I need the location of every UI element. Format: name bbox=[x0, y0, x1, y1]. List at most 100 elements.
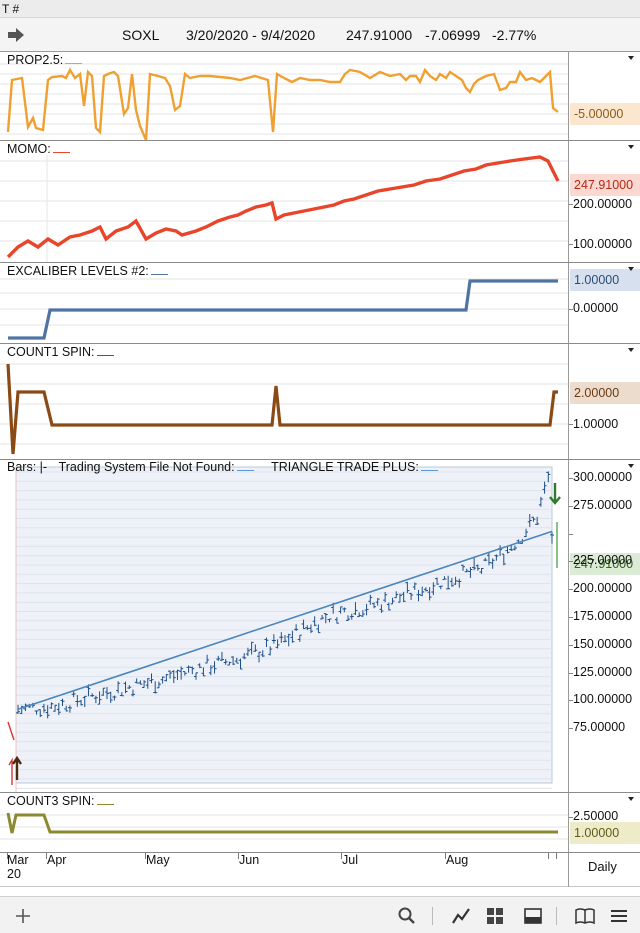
window-icon[interactable] bbox=[522, 905, 544, 927]
momo-legend-swatch bbox=[52, 152, 70, 153]
month-label: Mar bbox=[7, 853, 29, 867]
grid-icon[interactable] bbox=[484, 905, 506, 927]
quote-header: SOXL 3/20/2020 - 9/4/2020 247.91000 -7.0… bbox=[0, 18, 640, 52]
count1-legend-swatch bbox=[96, 355, 114, 356]
hamburger-icon[interactable] bbox=[608, 905, 630, 927]
price-title[interactable]: Bars: |- Trading System File Not Found: … bbox=[7, 460, 438, 474]
line-chart-icon[interactable] bbox=[450, 905, 472, 927]
price-tick-label: 300.00000 bbox=[573, 470, 633, 484]
count3-pane[interactable]: COUNT3 SPIN: 2.50000 1.00000 bbox=[0, 793, 640, 853]
price-axis[interactable]: 247.91000 300.00000 275.00000 225.00000 200… bbox=[568, 460, 640, 792]
price-chart bbox=[7, 466, 561, 792]
toolbar-separator bbox=[432, 907, 433, 925]
momo-tick-label: 100.00000 bbox=[573, 237, 633, 251]
momo-tick-label: 200.00000 bbox=[573, 197, 633, 211]
count1-line bbox=[0, 363, 568, 455]
bottom-toolbar bbox=[0, 896, 640, 933]
excaliber-tick-label: 0.00000 bbox=[573, 301, 619, 315]
window-title-bar: T # bbox=[0, 0, 640, 18]
momo-plot[interactable] bbox=[0, 141, 568, 262]
interval-selector[interactable]: Daily bbox=[588, 859, 617, 874]
window-title: T # bbox=[2, 2, 20, 16]
plus-icon[interactable] bbox=[12, 905, 34, 927]
count3-title[interactable]: COUNT3 SPIN: bbox=[7, 794, 114, 808]
price-tick-label: 200.00000 bbox=[573, 581, 633, 596]
prop-menu-caret-icon[interactable] bbox=[628, 56, 634, 60]
excaliber-menu-caret-icon[interactable] bbox=[628, 267, 634, 271]
excaliber-title-text: EXCALIBER LEVELS #2: bbox=[7, 264, 149, 278]
momo-pane[interactable]: MOMO: 247.91000 200.00000 100.00000 bbox=[0, 141, 640, 263]
net-change: -7.06999 bbox=[425, 27, 481, 43]
prop-title-text: PROP2.5: bbox=[7, 53, 64, 67]
entry-marker-line bbox=[7, 721, 15, 741]
year-label: 20 bbox=[7, 867, 21, 881]
price-tick-label: 175.00000 bbox=[573, 609, 633, 623]
month-tick bbox=[556, 853, 557, 859]
count3-title-text: COUNT3 SPIN: bbox=[7, 794, 95, 808]
price-pane[interactable]: Bars: |- Trading System File Not Found: … bbox=[0, 460, 640, 793]
count1-axis[interactable]: 2.00000 1.00000 bbox=[568, 344, 640, 459]
excaliber-axis[interactable]: 1.00000 0.00000 bbox=[568, 263, 640, 343]
count1-value-badge: 2.00000 bbox=[570, 382, 640, 404]
momo-axis[interactable]: 247.91000 200.00000 100.00000 bbox=[568, 141, 640, 262]
prop-plot[interactable] bbox=[0, 52, 568, 140]
month-label: May bbox=[146, 853, 170, 867]
count1-plot[interactable] bbox=[0, 344, 568, 459]
count1-pane[interactable]: COUNT1 SPIN: 2.00000 1.00000 bbox=[0, 344, 640, 460]
book-icon[interactable] bbox=[574, 905, 596, 927]
price-plot[interactable] bbox=[0, 460, 568, 792]
excaliber-title[interactable]: EXCALIBER LEVELS #2: bbox=[7, 264, 168, 278]
count3-tick-label: 2.50000 bbox=[573, 809, 619, 823]
bars-label: Bars: bbox=[7, 460, 37, 474]
prop-value-badge: -5.00000 bbox=[570, 103, 640, 125]
count1-title[interactable]: COUNT1 SPIN: bbox=[7, 345, 114, 359]
axis-divider bbox=[568, 853, 569, 887]
search-icon[interactable] bbox=[396, 905, 418, 927]
momo-title[interactable]: MOMO: bbox=[7, 142, 70, 156]
excaliber-value-badge: 1.00000 bbox=[570, 269, 640, 291]
month-label: Jul bbox=[342, 853, 358, 867]
price-tick-label: 225.00000 bbox=[573, 553, 633, 568]
month-label: Aug bbox=[446, 853, 469, 867]
excaliber-pane[interactable]: EXCALIBER LEVELS #2: 1.00000 0.00000 bbox=[0, 263, 640, 344]
trade-channel bbox=[15, 466, 553, 784]
price-tick-mark bbox=[569, 533, 573, 535]
prop-line bbox=[0, 63, 568, 140]
forward-arrow-icon[interactable] bbox=[7, 26, 25, 44]
prop-axis[interactable]: -5.00000 bbox=[568, 52, 640, 140]
price-tick-label: 275.00000 bbox=[573, 497, 633, 512]
price-tick-label: 150.00000 bbox=[573, 636, 633, 651]
count3-axis[interactable]: 2.50000 1.00000 bbox=[568, 793, 640, 852]
count1-menu-caret-icon[interactable] bbox=[628, 348, 634, 352]
prop-title[interactable]: PROP2.5: bbox=[7, 53, 83, 67]
date-range: 3/20/2020 - 9/4/2020 bbox=[186, 27, 316, 43]
prop-pane[interactable]: PROP2.5: -5.00000 bbox=[0, 52, 640, 141]
overlay-swatch bbox=[420, 470, 438, 471]
count1-tick-label: 1.00000 bbox=[573, 417, 619, 431]
symbol[interactable]: SOXL bbox=[122, 27, 159, 43]
price-tick-label: 100.00000 bbox=[573, 692, 633, 707]
count1-title-text: COUNT1 SPIN: bbox=[7, 345, 95, 359]
price-menu-caret-icon[interactable] bbox=[628, 464, 634, 468]
momo-title-text: MOMO: bbox=[7, 142, 51, 156]
momo-menu-caret-icon[interactable] bbox=[628, 145, 634, 149]
overlay-label: TRIANGLE TRADE PLUS: bbox=[271, 460, 419, 474]
momo-line bbox=[0, 155, 568, 262]
count3-value-badge: 1.00000 bbox=[570, 822, 640, 844]
month-tick bbox=[548, 853, 549, 859]
excaliber-legend-swatch bbox=[150, 274, 168, 275]
momo-value-badge: 247.91000 bbox=[570, 174, 640, 196]
trading-system-swatch bbox=[236, 470, 254, 471]
bars-style-indicator: |- bbox=[39, 460, 48, 474]
toolbar-separator bbox=[556, 907, 557, 925]
month-label: Jun bbox=[239, 853, 260, 867]
price-tick-label: 125.00000 bbox=[573, 664, 633, 679]
price-tick-label: 75.00000 bbox=[573, 720, 626, 735]
percent-change: -2.77% bbox=[492, 27, 537, 43]
trading-system-label: Trading System File Not Found: bbox=[58, 460, 235, 474]
count3-legend-swatch bbox=[96, 804, 114, 805]
prop-legend-swatch bbox=[65, 63, 83, 64]
date-axis[interactable]: Mar Apr May Jun Jul Aug 20 Daily bbox=[0, 853, 640, 887]
month-label: Apr bbox=[47, 853, 67, 867]
count3-menu-caret-icon[interactable] bbox=[628, 797, 634, 801]
